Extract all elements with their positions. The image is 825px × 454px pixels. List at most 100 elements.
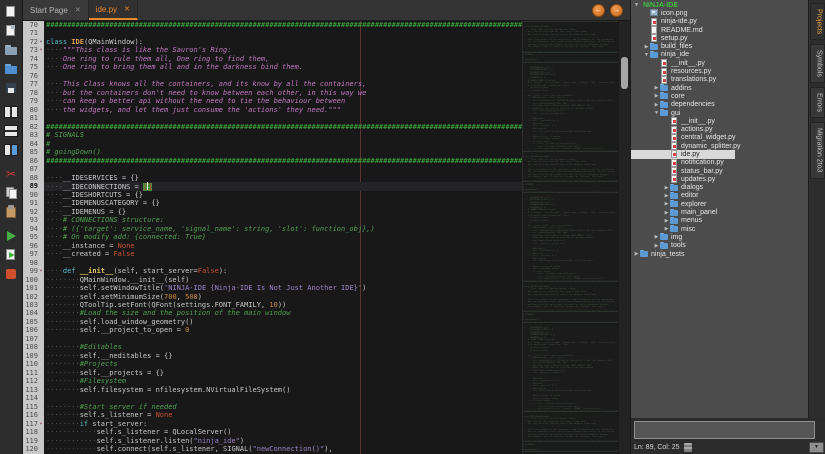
folder-icon xyxy=(660,92,670,100)
tree-item-setup-py[interactable]: setup.py xyxy=(631,34,808,42)
tree-item-icon-png[interactable]: icon.png xyxy=(631,9,808,17)
expand-arrow-icon[interactable]: ▶ xyxy=(633,251,640,257)
expand-arrow-icon[interactable]: ▶ xyxy=(663,218,670,224)
side-tab-migration-2to3[interactable]: Migration 2to3 xyxy=(810,122,825,178)
expand-arrow-icon[interactable]: ▼ xyxy=(653,110,660,116)
nav-back-button[interactable]: ← xyxy=(592,4,605,17)
file-icon xyxy=(650,26,660,34)
expand-arrow-icon[interactable]: ▼ xyxy=(643,52,650,58)
minimap[interactable]: ########################################… xyxy=(522,21,619,454)
code-editor[interactable]: 70######################################… xyxy=(23,21,630,454)
tree-item-status-bar-py[interactable]: status_bar.py xyxy=(631,167,808,175)
line-number: 92 xyxy=(23,208,44,216)
stop-button[interactable] xyxy=(0,264,22,283)
tree-item-explorer[interactable]: ▶explorer xyxy=(631,200,808,208)
expand-arrow-icon[interactable]: ▶ xyxy=(653,102,660,108)
new-project-button[interactable] xyxy=(0,21,22,40)
expand-arrow-icon[interactable]: ▶ xyxy=(653,243,660,249)
tree-item-dialogs[interactable]: ▶dialogs xyxy=(631,184,808,192)
tree-item-misc[interactable]: ▶misc xyxy=(631,225,808,233)
expand-arrow-icon[interactable]: ▶ xyxy=(663,193,670,199)
tree-item-updates-py[interactable]: updates.py xyxy=(631,175,808,183)
expand-arrow-icon[interactable]: ▶ xyxy=(643,44,650,50)
scrollbar-thumb[interactable] xyxy=(621,57,628,89)
expand-arrow-icon[interactable]: ▶ xyxy=(663,226,670,232)
line-number: 93 xyxy=(23,216,44,224)
tree-item-dynamic-splitter-py[interactable]: dynamic_splitter.py xyxy=(631,142,808,150)
line-number: 102 xyxy=(23,293,44,301)
tree-item-ninja-ide[interactable]: ▼NINJA-IDE xyxy=(631,1,808,9)
tree-item-ninja-tests[interactable]: ▶ninja_tests xyxy=(631,250,808,258)
expand-arrow-icon[interactable]: ▶ xyxy=(653,85,660,91)
cut-button[interactable] xyxy=(0,164,22,183)
main-toolbar xyxy=(0,0,23,454)
open-file-button[interactable] xyxy=(0,40,22,59)
tree-item-label: actions.py xyxy=(681,126,713,133)
tree-item-ninja-ide[interactable]: ▼ninja_ide xyxy=(631,51,808,59)
folder-icon xyxy=(660,242,670,250)
split-horizontal-button[interactable] xyxy=(0,102,22,121)
tree-item-resources-py[interactable]: resources.py xyxy=(631,67,808,75)
side-tab-errors[interactable]: Errors xyxy=(810,87,825,118)
tree-item-init-py[interactable]: __init__.py xyxy=(631,117,808,125)
split-horizontal-icon xyxy=(4,105,18,119)
line-number: 109 xyxy=(23,352,44,360)
expand-arrow-icon[interactable]: ▶ xyxy=(663,210,670,216)
expand-arrow-icon[interactable]: ▶ xyxy=(663,185,670,191)
tree-item-central-widget-py[interactable]: central_widget.py xyxy=(631,134,808,142)
tab-ide-py[interactable]: ide.py✕ xyxy=(89,0,138,20)
side-tab-symbols[interactable]: Symbols xyxy=(810,44,825,83)
copy-button[interactable] xyxy=(0,183,22,202)
tree-item-ninja-ide-py[interactable]: ninja-ide.py xyxy=(631,18,808,26)
expand-arrow-icon[interactable]: ▶ xyxy=(663,201,670,207)
tree-item-dependencies[interactable]: ▶dependencies xyxy=(631,101,808,109)
tree-item-notification-py[interactable]: notification.py xyxy=(631,159,808,167)
save-button[interactable] xyxy=(0,78,22,97)
expand-arrow-icon[interactable]: ▶ xyxy=(653,234,660,240)
tree-item-init-py[interactable]: __init__.py xyxy=(631,59,808,67)
line-number: 118 xyxy=(23,428,44,436)
tree-item-addins[interactable]: ▶addins xyxy=(631,84,808,92)
panel-placeholder xyxy=(634,421,815,439)
tree-item-translations-py[interactable]: translations.py xyxy=(631,76,808,84)
expand-arrow-icon[interactable]: ▼ xyxy=(633,2,640,8)
line-number: 96 xyxy=(23,242,44,250)
tab-start-page[interactable]: Start Page✕ xyxy=(23,0,89,20)
tree-item-label: __init__.py xyxy=(681,118,715,125)
split-vertical-button[interactable] xyxy=(0,121,22,140)
tree-item-readme-md[interactable]: README.md xyxy=(631,26,808,34)
new-file-button[interactable] xyxy=(0,2,22,21)
tree-item-editor[interactable]: ▶editor xyxy=(631,192,808,200)
tree-item-main-panel[interactable]: ▶main_panel xyxy=(631,208,808,216)
split-vertical-icon xyxy=(4,124,18,138)
run-file-button[interactable] xyxy=(0,245,22,264)
expand-arrow-icon[interactable]: ▶ xyxy=(653,93,660,99)
tree-item-gui[interactable]: ▼gui xyxy=(631,109,808,117)
status-icon[interactable] xyxy=(684,443,692,452)
editor-scrollbar[interactable] xyxy=(618,21,630,454)
image-icon xyxy=(650,9,660,17)
tree-item-core[interactable]: ▶core xyxy=(631,92,808,100)
paste-button[interactable] xyxy=(0,202,22,221)
tree-item-menus[interactable]: ▶menus xyxy=(631,217,808,225)
run-project-button[interactable] xyxy=(0,226,22,245)
folder-icon xyxy=(650,51,660,59)
tree-item-img[interactable]: ▶img xyxy=(631,233,808,241)
tree-item-tools[interactable]: ▶tools xyxy=(631,242,808,250)
side-tab-projects[interactable]: Projects xyxy=(810,3,825,40)
python-file-icon xyxy=(670,159,680,167)
close-icon[interactable]: ✕ xyxy=(124,5,130,13)
line-number: 106 xyxy=(23,326,44,334)
follow-mode-button[interactable] xyxy=(0,140,22,159)
ninja-ide-window: Start Page✕ide.py✕←→ 70#################… xyxy=(0,0,825,454)
folder-icon xyxy=(670,200,680,208)
tree-item-actions-py[interactable]: actions.py xyxy=(631,125,808,133)
tree-item-ide-py[interactable]: ide.py xyxy=(631,150,808,158)
folder-icon xyxy=(670,184,680,192)
nav-forward-button[interactable]: → xyxy=(610,4,623,17)
tree-item-build-files[interactable]: ▶build_files xyxy=(631,42,808,50)
close-icon[interactable]: ✕ xyxy=(75,6,81,14)
tree-item-label: NINJA-IDE xyxy=(643,2,678,9)
panel-selector-dropdown[interactable]: ▼ xyxy=(809,442,824,453)
open-project-button[interactable] xyxy=(0,59,22,78)
